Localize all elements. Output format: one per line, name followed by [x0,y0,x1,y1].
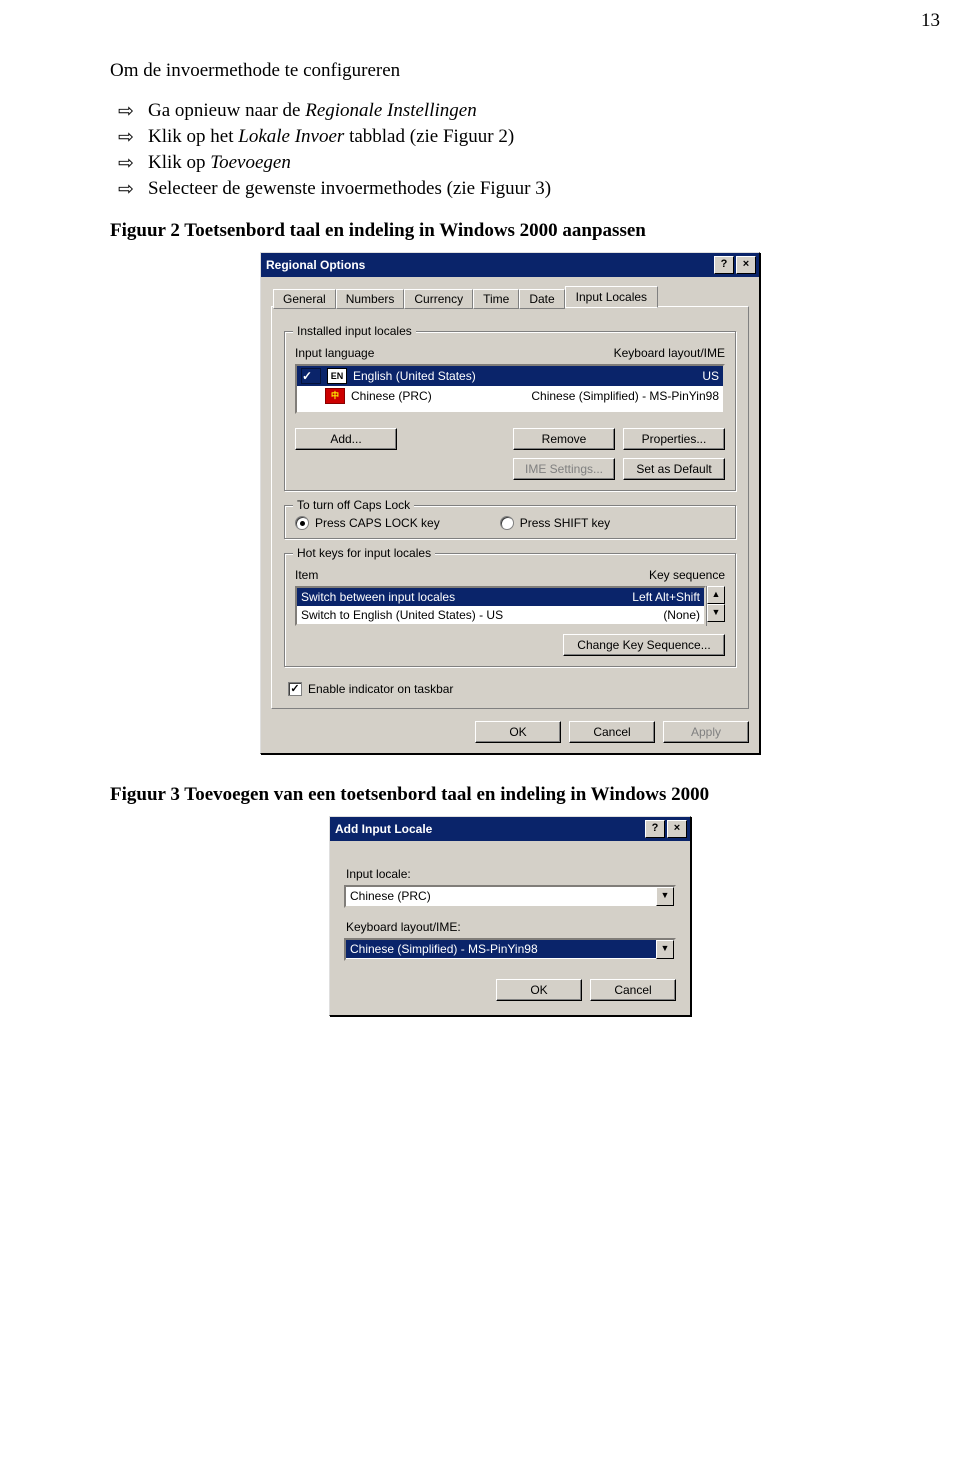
hotkey-listbox[interactable]: Switch between input locales Left Alt+Sh… [295,586,706,626]
group-legend: Hot keys for input locales [293,546,435,560]
combo-value: Chinese (PRC) [346,887,656,905]
kb-name: Chinese (Simplified) - MS-PinYin98 [531,389,719,403]
hotkeys-group: Hot keys for input locales Item Key sequ… [284,553,736,667]
keyboard-layout-label: Keyboard layout/IME: [346,920,676,934]
text-italic: Regionale Instellingen [305,100,476,121]
group-legend: To turn off Caps Lock [293,498,414,512]
cancel-button[interactable]: Cancel [569,721,655,743]
radio-shift[interactable]: Press SHIFT key [500,516,610,530]
checkbox-icon [288,682,302,696]
titlebar[interactable]: Add Input Locale ? × [330,817,690,841]
col-keyboard-layout: Keyboard layout/IME [614,346,725,360]
checkbox-label: Enable indicator on taskbar [308,682,453,696]
page-number: 13 [921,10,940,32]
list-item[interactable]: Switch to English (United States) - US (… [297,606,704,624]
text-italic: Toevoegen [210,152,291,173]
tab-input-locales[interactable]: Input Locales [565,286,658,308]
properties-button[interactable]: Properties... [623,428,725,450]
text: Selecteer de gewenste invoermethodes (zi… [148,178,551,199]
text-italic: Lokale Invoer [238,126,344,147]
hot-item: Switch between input locales [301,590,455,604]
ime-settings-button[interactable]: IME Settings... [513,458,615,480]
set-default-button[interactable]: Set as Default [623,458,725,480]
kb-name: US [702,369,719,383]
lang-badge: EN [327,368,347,384]
window-title: Add Input Locale [335,822,432,836]
figure3-caption: Figuur 3 Toevoegen van een toetsenbord t… [110,784,910,806]
enable-indicator-checkbox[interactable]: Enable indicator on taskbar [288,682,453,696]
tab-panel: Installed input locales Input language K… [271,306,749,709]
installed-locales-group: Installed input locales Input language K… [284,331,736,491]
combo-value: Chinese (Simplified) - MS-PinYin98 [346,940,656,958]
window-title: Regional Options [266,258,365,272]
help-button[interactable]: ? [645,820,665,838]
tab-strip: General Numbers Currency Time Date Input… [271,285,749,307]
ok-button[interactable]: OK [475,721,561,743]
list-item[interactable]: ✓ EN English (United States) US [297,366,723,386]
close-button[interactable]: × [667,820,687,838]
tab-time[interactable]: Time [473,289,519,309]
lang-name: English (United States) [353,369,696,383]
col-key-sequence: Key sequence [649,568,725,582]
list-item: Selecteer de gewenste invoermethodes (zi… [110,178,910,200]
keyboard-layout-combo[interactable]: Chinese (Simplified) - MS-PinYin98 ▼ [344,938,676,961]
tab-numbers[interactable]: Numbers [336,289,405,309]
regional-options-dialog: Regional Options ? × General Numbers Cur… [260,252,760,754]
list-item[interactable]: 中 Chinese (PRC) Chinese (Simplified) - M… [297,386,723,406]
radio-label: Press CAPS LOCK key [315,516,440,530]
titlebar[interactable]: Regional Options ? × [261,253,759,277]
locales-listbox[interactable]: ✓ EN English (United States) US 中 Chines… [295,364,725,414]
input-locale-combo[interactable]: Chinese (PRC) ▼ [344,885,676,908]
default-check-icon: ✓ [301,368,321,384]
section-title: Om de invoermethode te configureren [110,60,910,82]
apply-button[interactable]: Apply [663,721,749,743]
radio-capslock[interactable]: Press CAPS LOCK key [295,516,440,530]
col-item: Item [295,568,318,582]
hot-item: Switch to English (United States) - US [301,608,503,622]
list-item[interactable]: Switch between input locales Left Alt+Sh… [297,588,704,606]
text: Ga opnieuw naar de [148,100,305,121]
text: Klik op het [148,126,238,147]
tab-date[interactable]: Date [519,289,564,309]
text: tabblad (zie Figuur 2) [344,126,514,147]
lang-name: Chinese (PRC) [351,389,525,403]
add-input-locale-dialog: Add Input Locale ? × Input locale: Chine… [329,816,691,1016]
scrollbar[interactable]: ▲ ▼ [706,586,725,626]
list-item: Klik op Toevoegen [110,152,910,174]
list-item: Klik op het Lokale Invoer tabblad (zie F… [110,126,910,148]
instruction-list: Ga opnieuw naar de Regionale Instellinge… [110,100,910,200]
help-button[interactable]: ? [714,256,734,274]
close-button[interactable]: × [736,256,756,274]
ok-button[interactable]: OK [496,979,582,1001]
scroll-down-icon[interactable]: ▼ [707,604,725,622]
group-legend: Installed input locales [293,324,416,338]
chevron-down-icon[interactable]: ▼ [656,887,674,906]
tab-currency[interactable]: Currency [404,289,473,309]
radio-icon [500,516,514,530]
scroll-up-icon[interactable]: ▲ [707,586,725,604]
hot-seq: Left Alt+Shift [632,590,700,604]
capslock-group: To turn off Caps Lock Press CAPS LOCK ke… [284,505,736,539]
remove-button[interactable]: Remove [513,428,615,450]
radio-label: Press SHIFT key [520,516,610,530]
text: Klik op [148,152,210,173]
list-item: Ga opnieuw naar de Regionale Instellinge… [110,100,910,122]
radio-icon [295,516,309,530]
cancel-button[interactable]: Cancel [590,979,676,1001]
hot-seq: (None) [663,608,700,622]
lang-badge: 中 [325,388,345,404]
col-input-language: Input language [295,346,374,360]
input-locale-label: Input locale: [346,867,676,881]
change-key-sequence-button[interactable]: Change Key Sequence... [563,634,725,656]
figure2-caption: Figuur 2 Toetsenbord taal en indeling in… [110,220,910,242]
add-button[interactable]: Add... [295,428,397,450]
chevron-down-icon[interactable]: ▼ [656,940,674,959]
spacer [301,389,319,403]
tab-general[interactable]: General [273,289,336,309]
